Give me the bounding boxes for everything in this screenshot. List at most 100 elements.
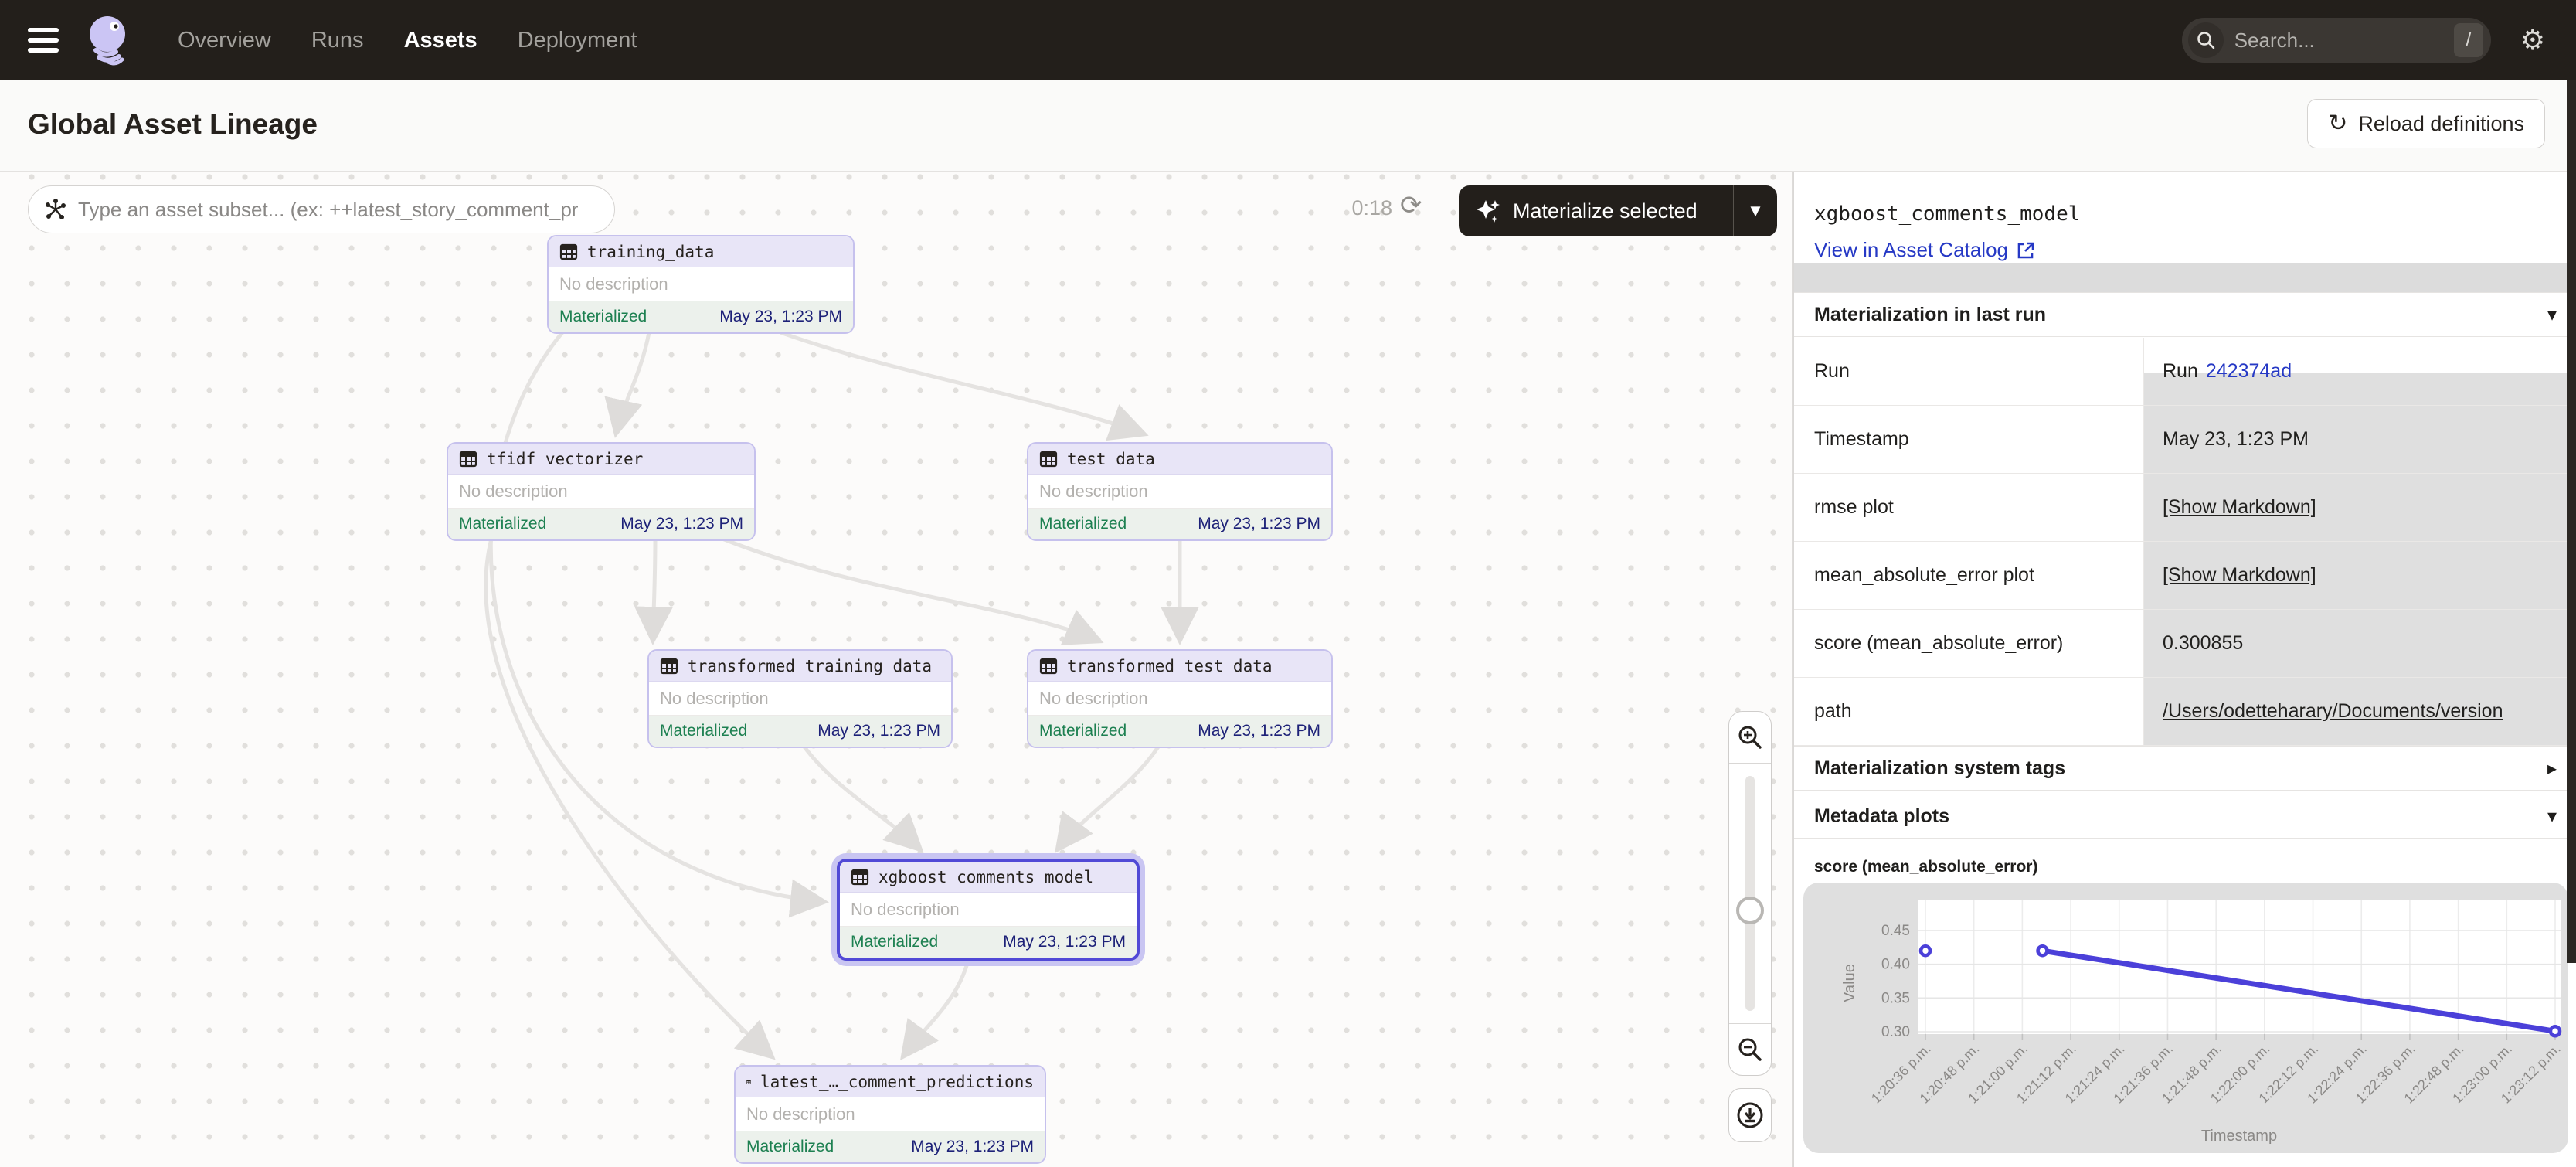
svg-text:0.45: 0.45	[1881, 923, 1910, 939]
table-icon	[851, 868, 869, 886]
metadata-label: mean_absolute_error plot	[1794, 542, 2144, 609]
download-icon	[1735, 1100, 1765, 1131]
metadata-label: Run	[1794, 338, 2144, 405]
panel-asset-title: xgboost_comments_model	[1814, 202, 2080, 226]
metadata-row-score: score (mean_absolute_error) 0.300855	[1794, 610, 2576, 678]
graph-zoom-controls	[1728, 711, 1772, 1076]
materialize-dropdown-caret[interactable]: ▼	[1734, 201, 1777, 221]
node-status: Materialized	[1039, 515, 1127, 533]
table-icon	[660, 657, 678, 675]
refresh-timer: 0:18	[1323, 196, 1392, 220]
node-status: Materialized	[746, 1138, 834, 1156]
node-timestamp: May 23, 1:23 PM	[1198, 722, 1320, 740]
nav-item-overview[interactable]: Overview	[178, 28, 271, 53]
metadata-value: [Show Markdown]	[2144, 474, 2576, 541]
svg-text:0.40: 0.40	[1881, 957, 1910, 973]
show-markdown-link[interactable]: [Show Markdown]	[2163, 564, 2316, 587]
materialize-selected-button[interactable]: Materialize selected ▼	[1459, 185, 1777, 236]
filter-placeholder: Type an asset subset... (ex: ++latest_st…	[78, 198, 578, 222]
page-header: Global Asset Lineage ↻ Reload definition…	[0, 80, 2576, 172]
search-input[interactable]: Search... /	[2182, 18, 2491, 63]
node-description: No description	[1028, 682, 1331, 716]
zoom-slider-thumb[interactable]	[1736, 897, 1764, 924]
node-timestamp: May 23, 1:23 PM	[620, 515, 743, 533]
table-icon	[1039, 657, 1058, 675]
metadata-value: /Users/odetteharary/Documents/version	[2144, 678, 2576, 745]
table-icon	[746, 1073, 751, 1091]
run-link[interactable]: 242374ad	[2206, 360, 2292, 383]
svg-text:0.30: 0.30	[1881, 1024, 1910, 1040]
node-description: No description	[1028, 475, 1331, 509]
hamburger-menu-icon[interactable]	[28, 22, 59, 58]
asset-node-xgboost-comments-model[interactable]: xgboost_comments_model No description Ma…	[837, 859, 1140, 961]
score-line-chart: 1:20:36 p.m.1:20:48 p.m.1:21:00 p.m.1:21…	[1803, 883, 2568, 1153]
metadata-value: May 23, 1:23 PM	[2144, 406, 2576, 473]
sparkle-icon	[1474, 197, 1502, 225]
metadata-row-rmse-plot: rmse plot [Show Markdown]	[1794, 474, 2576, 542]
asset-node-transformed-training-data[interactable]: transformed_training_data No description…	[647, 649, 953, 748]
zoom-in-button[interactable]	[1729, 712, 1771, 763]
table-icon	[559, 243, 578, 261]
svg-text:0.35: 0.35	[1881, 990, 1910, 1006]
nav-item-deployment[interactable]: Deployment	[518, 28, 637, 53]
section-metadata-plots[interactable]: Metadata plots ▾	[1794, 794, 2576, 839]
reload-icon: ↻	[2328, 112, 2347, 135]
zoom-slider-track[interactable]	[1745, 776, 1755, 1011]
op-selector-icon	[44, 198, 67, 221]
svg-text:Timestamp: Timestamp	[2201, 1128, 2277, 1145]
dagster-logo[interactable]	[85, 15, 133, 66]
section-materialization-in-last-run[interactable]: Materialization in last run ▾	[1794, 292, 2576, 337]
metadata-value: [Show Markdown]	[2144, 542, 2576, 609]
metadata-row-mean-absolute-error-plot: mean_absolute_error plot [Show Markdown]	[1794, 542, 2576, 610]
metadata-row-run: Run Run 242374ad	[1794, 338, 2576, 406]
refresh-icon[interactable]: ⟳	[1400, 190, 1422, 221]
asset-node-test-data[interactable]: test_data No description MaterializedMay…	[1027, 442, 1333, 541]
asset-node-transformed-test-data[interactable]: transformed_test_data No description Mat…	[1027, 649, 1333, 748]
show-markdown-link[interactable]: [Show Markdown]	[2163, 496, 2316, 519]
metadata-label: path	[1794, 678, 2144, 745]
node-status: Materialized	[559, 308, 647, 326]
zoom-out-button[interactable]	[1729, 1024, 1771, 1075]
zoom-slider[interactable]	[1729, 763, 1771, 1024]
reload-definitions-button[interactable]: ↻ Reload definitions	[2307, 99, 2545, 148]
view-in-asset-catalog-link[interactable]: View in Asset Catalog	[1814, 238, 2034, 262]
node-description: No description	[736, 1097, 1045, 1131]
score-chart: 1:20:36 p.m.1:20:48 p.m.1:21:00 p.m.1:21…	[1803, 883, 2568, 1153]
asset-subset-filter-input[interactable]: Type an asset subset... (ex: ++latest_st…	[28, 185, 615, 233]
nav-item-assets[interactable]: Assets	[404, 28, 477, 53]
section-materialization-system-tags[interactable]: Materialization system tags ▸	[1794, 746, 2576, 791]
node-description: No description	[840, 893, 1137, 927]
node-timestamp: May 23, 1:23 PM	[1003, 933, 1126, 951]
metadata-value: 0.300855	[2144, 610, 2576, 677]
asset-node-latest-comment-predictions[interactable]: latest_…_comment_predictions No descript…	[734, 1065, 1046, 1164]
nav-item-runs[interactable]: Runs	[311, 28, 364, 53]
node-timestamp: May 23, 1:23 PM	[817, 722, 940, 740]
svg-text:Value: Value	[1841, 964, 1858, 1002]
search-shortcut-badge: /	[2454, 23, 2483, 57]
node-timestamp: May 23, 1:23 PM	[911, 1138, 1034, 1156]
metadata-row-timestamp: Timestamp May 23, 1:23 PM	[1794, 406, 2576, 474]
metadata-value: Run 242374ad	[2144, 338, 2576, 405]
settings-gear-icon[interactable]: ⚙	[2520, 26, 2545, 54]
chevron-down-icon: ▾	[2547, 805, 2557, 828]
chevron-right-icon: ▸	[2547, 757, 2557, 780]
search-icon	[2188, 22, 2224, 58]
node-status: Materialized	[851, 933, 938, 951]
asset-lineage-graph[interactable]: Type an asset subset... (ex: ++latest_st…	[0, 172, 1793, 1167]
path-link[interactable]: /Users/odetteharary/Documents/version	[2163, 700, 2503, 723]
metadata-row-path: path /Users/odetteharary/Documents/versi…	[1794, 678, 2576, 746]
page-scrollbar[interactable]	[2567, 80, 2576, 963]
metadata-label: score (mean_absolute_error)	[1794, 610, 2144, 677]
panel-gray-strip	[1794, 263, 2576, 292]
asset-details-panel: xgboost_comments_model View in Asset Cat…	[1793, 172, 2576, 1167]
download-graph-button[interactable]	[1728, 1088, 1772, 1142]
asset-node-training-data[interactable]: training_data No description Materialize…	[547, 235, 855, 334]
external-link-icon	[2016, 241, 2034, 260]
node-timestamp: May 23, 1:23 PM	[1198, 515, 1320, 533]
node-description: No description	[448, 475, 754, 509]
asset-node-tfidf-vectorizer[interactable]: tfidf_vectorizer No description Material…	[447, 442, 756, 541]
node-description: No description	[549, 267, 853, 301]
node-status: Materialized	[459, 515, 546, 533]
chart-title: score (mean_absolute_error)	[1814, 858, 2037, 876]
table-icon	[1039, 450, 1058, 468]
